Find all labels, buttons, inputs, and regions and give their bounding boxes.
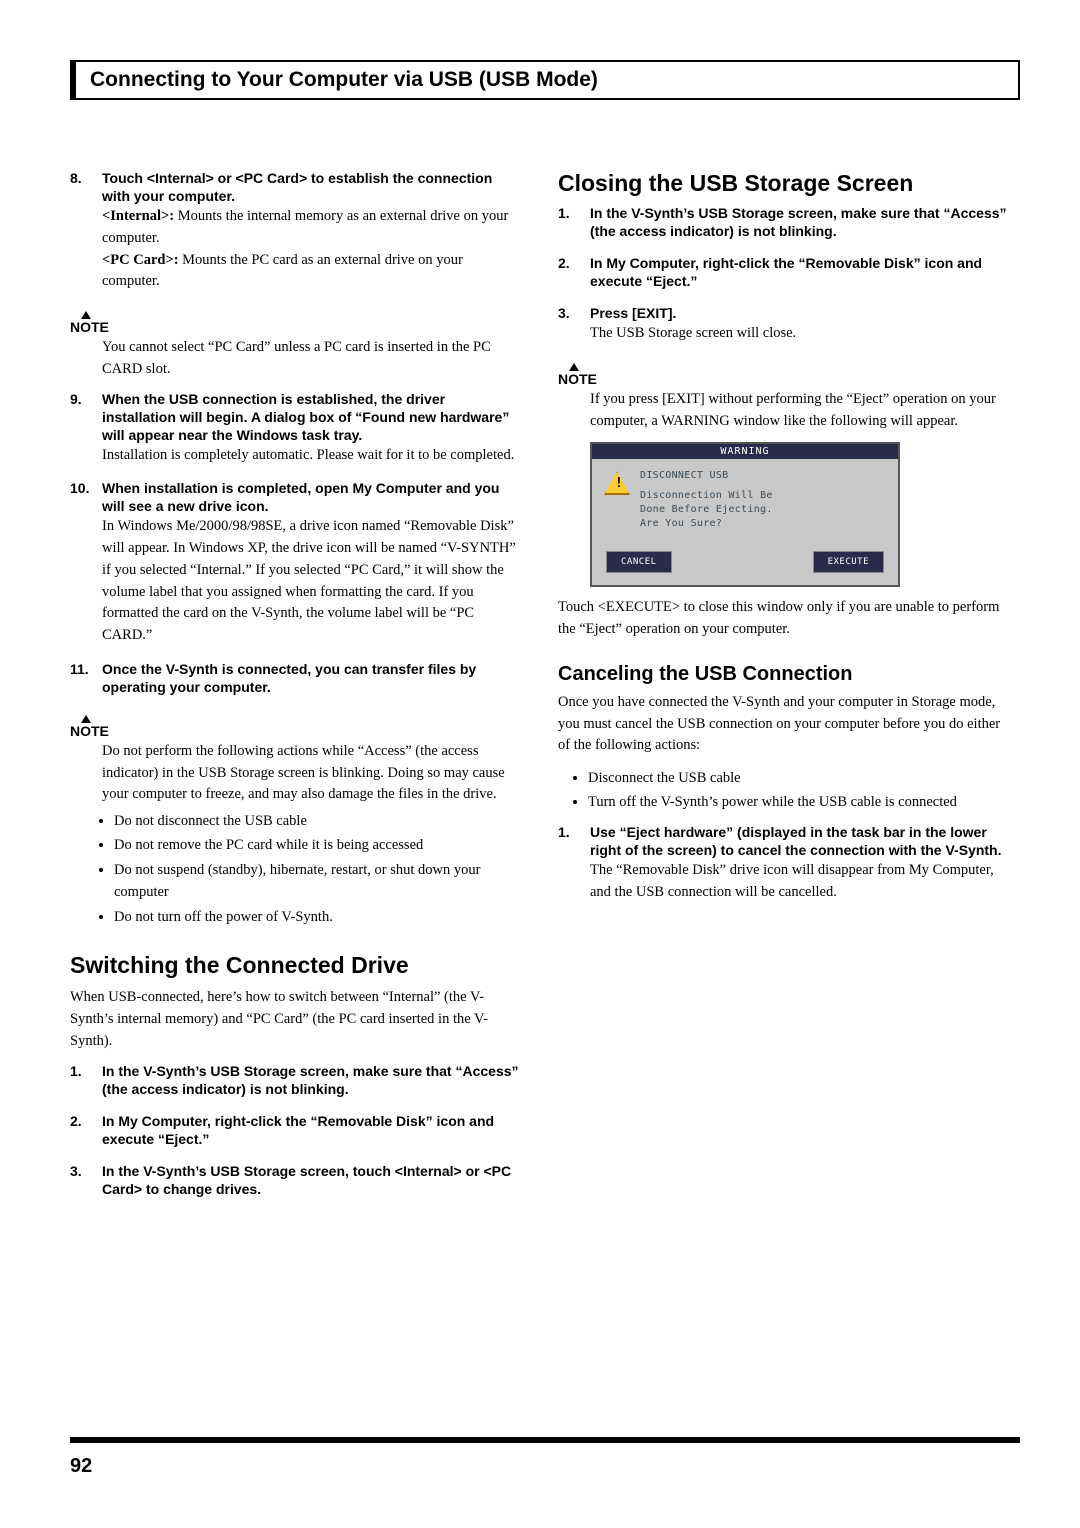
step-heading: Once the V-Synth is connected, you can t… — [102, 661, 476, 695]
close-step-1: 1. In the V-Synth’s USB Storage screen, … — [558, 205, 1008, 241]
step-number: 3. — [558, 305, 570, 321]
close-step-3: 3. Press [EXIT]. The USB Storage screen … — [558, 305, 1008, 345]
step-number: 1. — [558, 205, 570, 221]
step-body: The USB Storage screen will close. — [590, 323, 1008, 345]
step-10: 10. When installation is completed, open… — [70, 480, 520, 647]
warning-triangle-icon — [604, 471, 630, 495]
footer-rule — [70, 1437, 1020, 1443]
text: Disconnection Will Be — [640, 489, 773, 503]
step-heading: In the V-Synth’s USB Storage screen, mak… — [102, 1063, 519, 1097]
section-heading: Switching the Connected Drive — [70, 952, 520, 979]
step-number: 10. — [70, 480, 89, 496]
cancel-button: CANCEL — [606, 551, 672, 573]
text: DISCONNECT USB — [640, 469, 773, 483]
switch-step-1: 1. In the V-Synth’s USB Storage screen, … — [70, 1063, 520, 1099]
section-intro: Once you have connected the V-Synth and … — [558, 692, 1008, 757]
note-text: You cannot select “PC Card” unless a PC … — [102, 337, 520, 381]
note-icon: NOTE — [70, 717, 109, 739]
text: Done Before Ejecting. — [640, 503, 773, 517]
step-number: 2. — [558, 255, 570, 271]
label-internal: <Internal>: — [102, 208, 174, 224]
cancel-step-1: 1. Use “Eject hardware” (displayed in th… — [558, 824, 1008, 904]
section-heading: Canceling the USB Connection — [558, 663, 1008, 686]
step-body: In Windows Me/2000/98/98SE, a drive icon… — [102, 516, 520, 647]
step-body: Installation is completely automatic. Pl… — [102, 445, 520, 467]
note-icon: NOTE — [558, 365, 597, 387]
header-title: Connecting to Your Computer via USB (USB… — [90, 68, 598, 91]
step-heading: In the V-Synth’s USB Storage screen, mak… — [590, 205, 1007, 239]
step-heading: When installation is completed, open My … — [102, 480, 499, 514]
page-number: 92 — [70, 1455, 1020, 1478]
step-11: 11. Once the V-Synth is connected, you c… — [70, 661, 520, 697]
left-column: 8. Touch <Internal> or <PC Card> to esta… — [70, 170, 520, 1213]
list-item: Do not disconnect the USB cable — [114, 810, 520, 832]
step-body: <Internal>: Mounts the internal memory a… — [102, 206, 520, 250]
list-item: Disconnect the USB cable — [588, 767, 1008, 789]
warning-message: DISCONNECT USB Disconnection Will Be Don… — [640, 469, 773, 531]
list-item: Do not suspend (standby), hibernate, res… — [114, 859, 520, 904]
section-heading: Closing the USB Storage Screen — [558, 170, 1008, 197]
note-icon: NOTE — [70, 313, 109, 335]
step-heading: When the USB connection is established, … — [102, 391, 509, 443]
step-heading: Use “Eject hardware” (displayed in the t… — [590, 824, 1002, 858]
step-body: <PC Card>: Mounts the PC card as an exte… — [102, 250, 520, 294]
after-warning-text: Touch <EXECUTE> to close this window onl… — [558, 597, 1008, 641]
switch-step-2: 2. In My Computer, right-click the “Remo… — [70, 1113, 520, 1149]
step-number: 1. — [70, 1063, 82, 1079]
step-number: 11. — [70, 661, 89, 677]
step-number: 2. — [70, 1113, 82, 1129]
right-column: Closing the USB Storage Screen 1. In the… — [558, 170, 1008, 1213]
step-heading: In My Computer, right-click the “Removab… — [102, 1113, 494, 1147]
page-header: Connecting to Your Computer via USB (USB… — [70, 60, 1020, 100]
warning-title: WARNING — [592, 444, 898, 459]
step-body: The “Removable Disk” drive icon will dis… — [590, 860, 1008, 904]
step-heading: In the V-Synth’s USB Storage screen, tou… — [102, 1163, 511, 1197]
label-pccard: <PC Card>: — [102, 252, 179, 268]
switch-step-3: 3. In the V-Synth’s USB Storage screen, … — [70, 1163, 520, 1199]
step-number: 1. — [558, 824, 570, 840]
list-item: Do not turn off the power of V-Synth. — [114, 906, 520, 928]
step-number: 9. — [70, 391, 82, 407]
warning-dialog-image: WARNING DISCONNECT USB Disconnection Wil… — [590, 442, 900, 587]
list-item: Do not remove the PC card while it is be… — [114, 834, 520, 856]
note-text: If you press [EXIT] without performing t… — [590, 389, 1008, 433]
execute-button: EXECUTE — [813, 551, 884, 573]
text: Are You Sure? — [640, 517, 773, 531]
step-9: 9. When the USB connection is establishe… — [70, 391, 520, 467]
bullet-list: Disconnect the USB cable Turn off the V-… — [588, 767, 1008, 814]
page-footer: 92 — [70, 1437, 1020, 1478]
list-item: Turn off the V-Synth’s power while the U… — [588, 791, 1008, 813]
step-heading: Press [EXIT]. — [590, 305, 676, 321]
step-number: 8. — [70, 170, 82, 186]
step-heading: Touch <Internal> or <PC Card> to establi… — [102, 170, 492, 204]
section-intro: When USB-connected, here’s how to switch… — [70, 987, 520, 1052]
bullet-list: Do not disconnect the USB cable Do not r… — [114, 810, 520, 928]
note-text: Do not perform the following actions whi… — [102, 741, 520, 806]
step-number: 3. — [70, 1163, 82, 1179]
step-8: 8. Touch <Internal> or <PC Card> to esta… — [70, 170, 520, 293]
two-column-layout: 8. Touch <Internal> or <PC Card> to esta… — [70, 170, 1020, 1213]
step-heading: In My Computer, right-click the “Removab… — [590, 255, 982, 289]
close-step-2: 2. In My Computer, right-click the “Remo… — [558, 255, 1008, 291]
